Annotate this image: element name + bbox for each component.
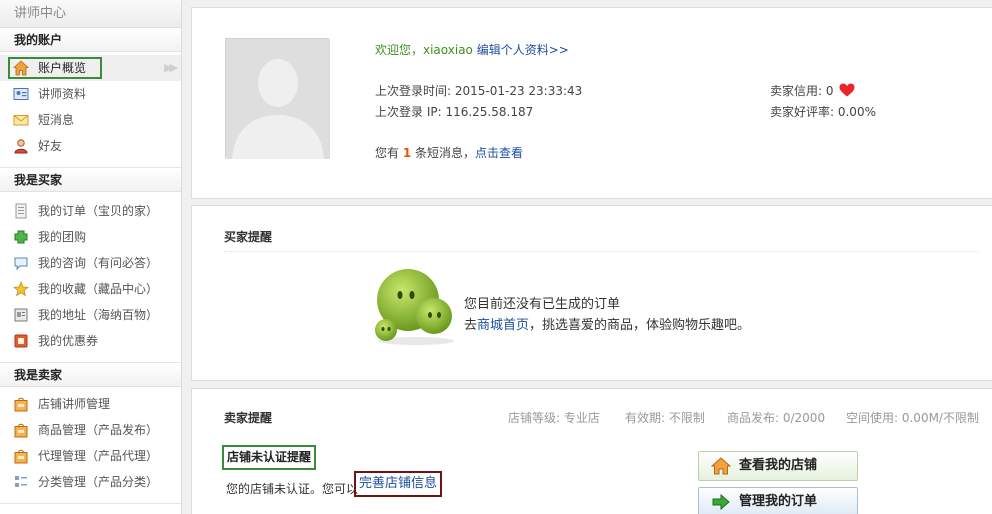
view-my-shop-label: 查看我的店铺: [739, 458, 818, 473]
divider: [224, 251, 978, 252]
arrow-right-icon: [712, 493, 730, 511]
welcome-line: 欢迎您，xiaoxiao 编辑个人资料>>: [375, 41, 569, 58]
sidebar-item-label: 我的地址（海纳百物）: [38, 308, 159, 322]
puzzle-icon: [14, 230, 28, 244]
shop-bag-icon: [14, 397, 28, 412]
sidebar-item-product-manage[interactable]: 商品管理（产品发布）: [0, 417, 181, 443]
sidebar-item-label: 我的收藏（藏品中心）: [38, 282, 159, 296]
sidebar-item-friends[interactable]: 好友: [0, 133, 181, 159]
sidebar-item-messages[interactable]: 短消息: [0, 107, 181, 133]
complete-shop-info-link[interactable]: 完善店铺信息: [354, 471, 443, 497]
sidebar-item-label: 好友: [38, 139, 63, 153]
seller-credit: 卖家信用: 0: [770, 82, 855, 99]
sidebar-item-my-address[interactable]: 我的地址（海纳百物）: [0, 302, 181, 328]
heart-icon: [839, 83, 855, 97]
sidebar-item-lecturer-profile[interactable]: 讲师资料: [0, 81, 181, 107]
sidebar: 讲师中心 我的账户 账户概览 ▶▶ 讲师资料 短消息 好友 我是买家 我的订单（…: [0, 0, 182, 514]
default-avatar-icon: [226, 39, 330, 159]
sidebar-item-label: 短消息: [38, 113, 75, 127]
order-icon: [15, 203, 27, 219]
message-prefix: 您有: [375, 146, 400, 160]
go-shopping-line: 去商城首页，挑选喜爱的商品，体验购物乐趣吧。: [464, 314, 750, 333]
home-icon: [711, 457, 731, 475]
welcome-text: 欢迎您，xiaoxiao: [375, 43, 473, 57]
category-icon: [15, 476, 27, 487]
mall-home-link[interactable]: 商城首页: [477, 318, 529, 333]
edit-profile-link[interactable]: 编辑个人资料>>: [477, 43, 569, 57]
shop-unverified-message: 您的店铺未认证。您可以: [226, 482, 359, 496]
seller-credit-text: 卖家信用: 0: [770, 84, 834, 98]
sidebar-item-my-orders[interactable]: 我的订单（宝贝的家）: [0, 198, 181, 224]
sidebar-item-label: 商品管理（产品发布）: [38, 423, 159, 437]
chevron-right-icon: ▶▶: [164, 61, 178, 74]
go-prefix: 去: [464, 318, 478, 333]
sidebar-item-coupons[interactable]: 我的优惠券: [0, 328, 181, 354]
sidebar-title: 讲师中心: [0, 0, 181, 28]
seller-reminder-panel: 卖家提醒 店铺等级: 专业店 有效期: 不限制 商品发布: 0/2000 空间使…: [191, 388, 992, 514]
products-published: 商品发布: 0/2000: [727, 411, 826, 425]
section-seller: 我是卖家: [0, 363, 181, 387]
last-login-time: 上次登录时间: 2015-01-23 23:33:43: [375, 84, 583, 98]
manage-my-orders-label: 管理我的订单: [739, 494, 818, 509]
buyer-reminder-panel: 买家提醒 您目前还没有已生成的订单 去商城首页，挑选喜爱的商品，体验购物乐趣吧。: [191, 205, 992, 381]
sidebar-item-label: 代理管理（产品代理）: [38, 449, 159, 463]
seller-reminder-title: 卖家提醒: [224, 411, 273, 425]
empty-mascot-icon: [375, 269, 454, 345]
shop-level: 店铺等级: 专业店: [508, 411, 600, 425]
buyer-reminder-title: 买家提醒: [224, 230, 273, 244]
coupon-icon: [14, 334, 28, 348]
sidebar-item-label: 我的团购: [38, 230, 87, 244]
address-book-icon: [14, 308, 28, 322]
sidebar-item-label: 我的订单（宝贝的家）: [38, 204, 159, 218]
message-notice: 您有 1 条短消息，点击查看: [375, 144, 523, 161]
go-suffix: ，挑选喜爱的商品，体验购物乐趣吧。: [529, 318, 751, 333]
space-used: 空间使用: 0.00M/不限制: [846, 411, 979, 425]
profile-card-icon: [13, 88, 29, 100]
envelope-icon: [13, 115, 29, 126]
sidebar-item-category-manage[interactable]: 分类管理（产品分类）: [0, 469, 181, 495]
sidebar-item-group-buy[interactable]: 我的团购: [0, 224, 181, 250]
shop-bag-icon: [14, 423, 28, 438]
account-summary-panel: 欢迎您，xiaoxiao 编辑个人资料>> 上次登录时间: 2015-01-23…: [191, 7, 992, 199]
section-my-account: 我的账户: [0, 28, 181, 52]
no-orders-text: 您目前还没有已生成的订单: [464, 297, 621, 312]
sidebar-item-label: 分类管理（产品分类）: [38, 475, 159, 489]
last-login-ip: 上次登录 IP: 116.25.58.187: [375, 105, 534, 119]
friend-icon: [14, 139, 28, 154]
seller-rating: 卖家好评率: 0.00%: [770, 105, 876, 119]
section-buyer: 我是买家: [0, 168, 181, 192]
sidebar-item-my-favorites[interactable]: 我的收藏（藏品中心）: [0, 276, 181, 302]
sidebar-item-account-overview[interactable]: 账户概览 ▶▶: [0, 55, 181, 81]
shop-bag-icon: [14, 449, 28, 464]
home-icon: [13, 60, 29, 76]
validity: 有效期: 不限制: [625, 411, 705, 425]
avatar[interactable]: [225, 38, 330, 159]
star-icon: [13, 281, 29, 297]
sidebar-item-shop-lecturer-manage[interactable]: 店铺讲师管理: [0, 391, 181, 417]
sidebar-item-label: 讲师资料: [38, 87, 87, 101]
view-my-shop-button[interactable]: 查看我的店铺: [698, 451, 858, 481]
view-messages-link[interactable]: 点击查看: [475, 146, 523, 160]
sidebar-item-my-inquiries[interactable]: 我的咨询（有问必答）: [0, 250, 181, 276]
shop-unverified-title: 店铺未认证提醒: [222, 445, 317, 470]
sidebar-item-label: 我的咨询（有问必答）: [38, 256, 159, 270]
sidebar-item-agent-manage[interactable]: 代理管理（产品代理）: [0, 443, 181, 469]
sidebar-item-label: 我的优惠券: [38, 334, 99, 348]
sidebar-item-label: 店铺讲师管理: [38, 397, 111, 411]
message-suffix: 条短消息，: [415, 146, 476, 160]
manage-my-orders-button[interactable]: 管理我的订单: [698, 487, 858, 514]
speech-bubble-icon: [14, 257, 28, 271]
message-count: 1: [402, 146, 412, 160]
